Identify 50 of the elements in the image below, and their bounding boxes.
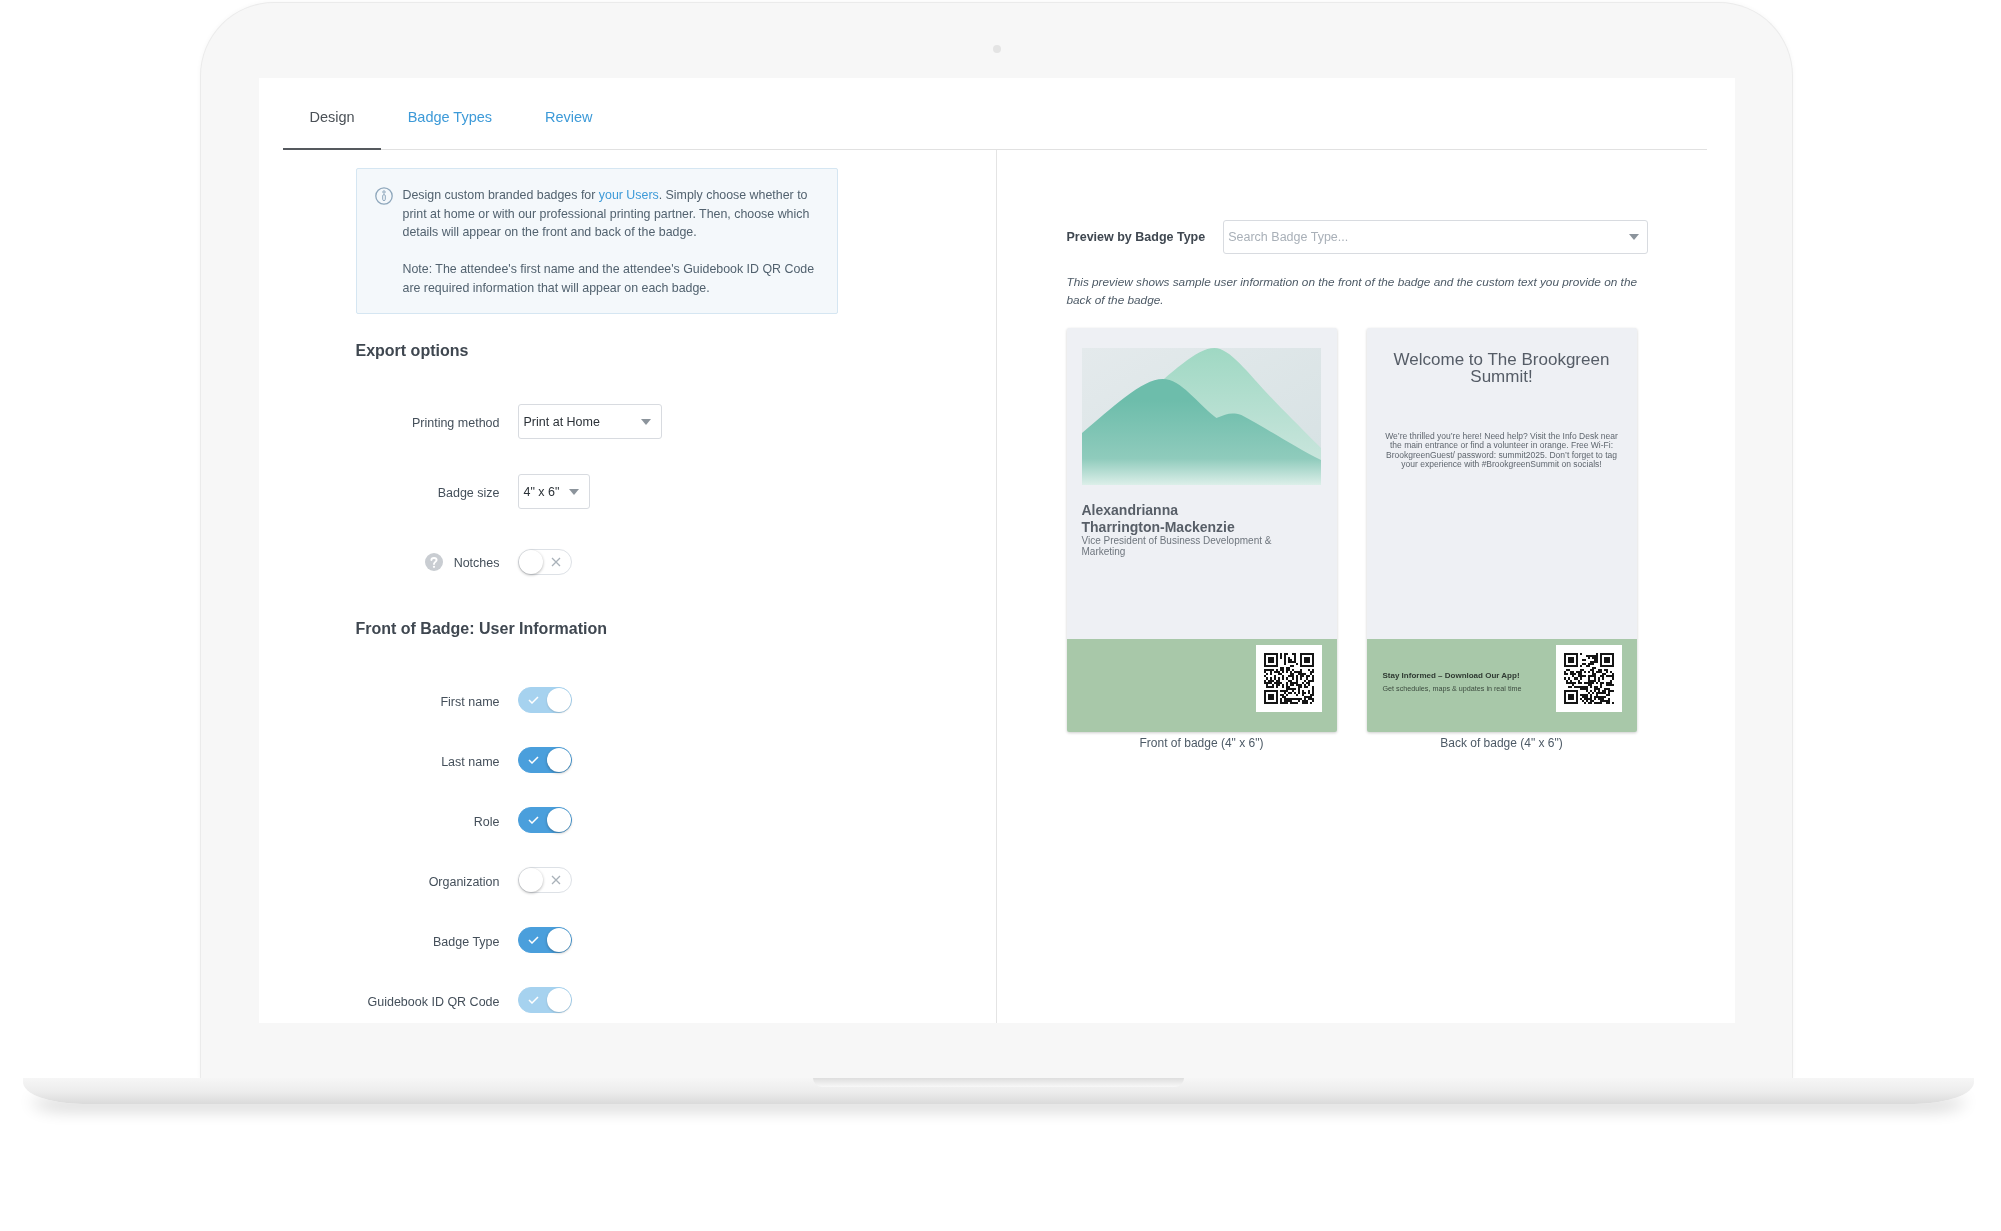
toggle-switch[interactable] bbox=[517, 747, 572, 773]
field-label: Last name bbox=[441, 753, 500, 769]
field-label: Badge Type bbox=[433, 933, 500, 949]
toggle-switch[interactable] bbox=[517, 807, 572, 833]
cross-icon bbox=[550, 875, 561, 885]
section-heading: Export options bbox=[355, 341, 470, 361]
field-label: Notches bbox=[453, 555, 500, 570]
badge-caption: Back of badge (4" x 6") bbox=[1440, 735, 1563, 751]
info-icon bbox=[374, 187, 393, 205]
toggle-knob bbox=[546, 808, 571, 832]
toggle-knob bbox=[546, 688, 571, 712]
check-icon bbox=[527, 936, 539, 944]
help-icon[interactable] bbox=[424, 552, 443, 571]
toggle-knob bbox=[518, 868, 543, 892]
badge-caption: Front of badge (4" x 6") bbox=[1139, 735, 1264, 751]
attendee-name: Alexandrianna Tharrington-Mackenzie bbox=[1081, 502, 1236, 535]
dropdown[interactable]: Print at Home bbox=[517, 404, 662, 439]
check-icon bbox=[527, 756, 539, 764]
caret-icon bbox=[569, 488, 580, 495]
preview-label: Preview by Badge Type bbox=[1066, 230, 1206, 244]
footer-title: Stay Informed – Download Our App! bbox=[1382, 670, 1521, 680]
caret-icon bbox=[1629, 234, 1640, 240]
toggle-knob bbox=[518, 549, 543, 574]
check-icon bbox=[527, 696, 539, 704]
cross-icon bbox=[550, 556, 561, 567]
toggle-knob bbox=[546, 748, 571, 772]
check-icon bbox=[527, 996, 539, 1004]
dropdown[interactable]: 4" x 6" bbox=[517, 474, 591, 509]
toggle-switch[interactable] bbox=[517, 927, 572, 953]
info-text: Design custom branded badges for your Users. Simply choose whether to print at home or with our professional printing partner. Then, choose which details will appear on the front and back of the badge. bbox=[402, 187, 811, 241]
toggle-knob bbox=[546, 928, 571, 952]
qr-code-icon bbox=[1255, 645, 1322, 712]
field-label: Guidebook ID QR Code bbox=[367, 993, 500, 1009]
section-heading: Front of Badge: User Information bbox=[355, 619, 609, 639]
welcome-message: We’re thrilled you’re here! Need help? Visit the Info Desk near the main entrance or find a volunteer in orange. Free Wi-Fi: BrookgreenGuest/ password: summit2025. Don’t forget to tag your experience with #BrookgreenSummit on socials! bbox=[1384, 432, 1619, 470]
qr-code-icon bbox=[1555, 645, 1622, 712]
attendee-role: Vice President of Business Development & Marketing bbox=[1081, 536, 1273, 557]
tab[interactable]: Design bbox=[282, 85, 381, 150]
field-label: First name bbox=[440, 693, 500, 709]
info-text: Note: The attendee's first name and the attendee's Guidebook ID QR Code are required information that will appear on each badge. bbox=[402, 261, 816, 297]
welcome-title: Welcome to The Brookgreen Summit! bbox=[1392, 351, 1611, 385]
field-label: Role bbox=[473, 813, 500, 829]
search-field[interactable]: Search Badge Type... bbox=[1223, 220, 1649, 254]
caret-icon bbox=[640, 418, 651, 425]
field-label: Printing method bbox=[411, 415, 500, 430]
preview-description: This preview shows sample user information on the front of the badge and the custom text you provide on the back of the badge. bbox=[1066, 274, 1638, 309]
field-label: Organization bbox=[428, 873, 500, 889]
toggle-knob bbox=[546, 988, 571, 1012]
field-label: Badge size bbox=[437, 485, 500, 500]
check-icon bbox=[527, 816, 539, 824]
